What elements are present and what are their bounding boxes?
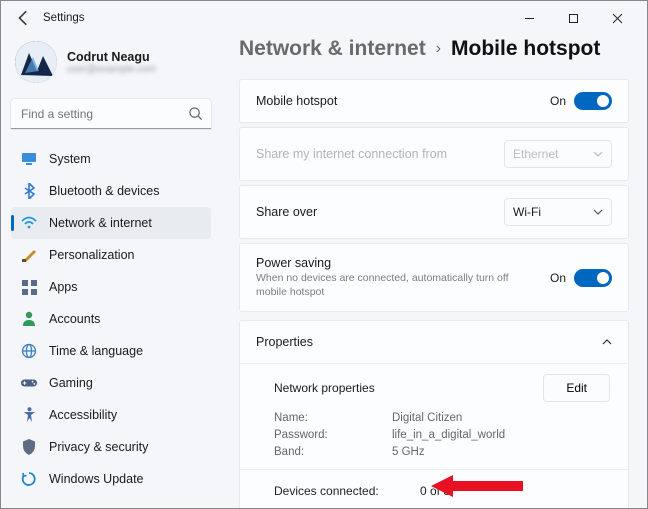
back-button[interactable]	[15, 9, 33, 27]
prop-name-row: Name: Digital Citizen	[274, 412, 610, 424]
share-over-value: Wi-Fi	[513, 205, 541, 219]
sidebar-item-apps[interactable]: Apps	[11, 271, 211, 303]
sidebar-item-label: Network & internet	[49, 216, 152, 230]
breadcrumb: Network & internet › Mobile hotspot	[239, 37, 629, 61]
sidebar-item-label: Windows Update	[49, 472, 144, 486]
network-properties-label: Network properties	[274, 381, 543, 395]
sidebar-item-bluetooth[interactable]: Bluetooth & devices	[11, 175, 211, 207]
prop-name-key: Name:	[274, 412, 392, 424]
title-bar: Settings	[1, 1, 647, 35]
power-saving-row: Power saving When no devices are connect…	[239, 243, 629, 312]
devices-connected-row: Devices connected: 0 of 8	[240, 469, 628, 508]
system-icon	[21, 151, 37, 167]
sidebar-item-label: Apps	[49, 280, 78, 294]
sidebar-item-label: System	[49, 152, 91, 166]
globe-icon	[21, 343, 37, 359]
sidebar-item-label: Time & language	[49, 344, 143, 358]
sidebar-item-globe[interactable]: Time & language	[11, 335, 211, 367]
properties-panel: Properties Network properties Edit Name:…	[239, 320, 629, 508]
nav-list: System Bluetooth & devices Network & inter…	[11, 143, 211, 495]
search-input[interactable]	[11, 99, 211, 129]
sidebar-item-label: Personalization	[49, 248, 134, 262]
apps-icon	[21, 279, 37, 295]
chevron-up-icon	[602, 337, 612, 347]
brush-icon	[21, 247, 37, 263]
hotspot-toggle[interactable]	[574, 92, 612, 110]
share-from-select: Ethernet	[504, 140, 612, 168]
share-over-row: Share over Wi-Fi	[239, 185, 629, 239]
hotspot-label: Mobile hotspot	[256, 94, 550, 108]
share-over-select[interactable]: Wi-Fi	[504, 198, 612, 226]
power-saving-label: Power saving	[256, 256, 550, 270]
shield-icon	[21, 439, 37, 455]
user-name: Codrut Neagu	[67, 50, 156, 64]
sidebar-item-system[interactable]: System	[11, 143, 211, 175]
main-content: Network & internet › Mobile hotspot Mobi…	[219, 35, 647, 508]
hotspot-row: Mobile hotspot On	[239, 79, 629, 123]
share-from-row: Share my internet connection from Ethern…	[239, 127, 629, 181]
chevron-down-icon	[593, 149, 603, 159]
update-icon	[21, 471, 37, 487]
sidebar-item-gaming[interactable]: Gaming	[11, 367, 211, 399]
share-from-label: Share my internet connection from	[256, 147, 504, 161]
prop-band-key: Band:	[274, 446, 392, 458]
properties-title: Properties	[256, 335, 313, 349]
wifi-icon	[21, 215, 37, 231]
prop-band-row: Band: 5 GHz	[274, 446, 610, 458]
devices-connected-value: 0 of 8	[420, 484, 450, 498]
sidebar-item-update[interactable]: Windows Update	[11, 463, 211, 495]
page-title: Mobile hotspot	[451, 37, 600, 61]
power-saving-state: On	[550, 271, 566, 285]
sidebar-item-label: Accounts	[49, 312, 100, 326]
prop-band-value: 5 GHz	[392, 446, 425, 458]
person-icon	[21, 311, 37, 327]
edit-button[interactable]: Edit	[543, 374, 610, 402]
prop-name-value: Digital Citizen	[392, 412, 462, 424]
user-email: user@example.com	[67, 64, 156, 75]
sidebar: Codrut Neagu user@example.com System Blue…	[1, 35, 219, 508]
prop-password-row: Password: life_in_a_digital_world	[274, 429, 610, 441]
bluetooth-icon	[21, 183, 37, 199]
sidebar-item-label: Gaming	[49, 376, 93, 390]
power-saving-toggle[interactable]	[574, 269, 612, 287]
avatar	[15, 41, 57, 83]
accessibility-icon	[21, 407, 37, 423]
close-button[interactable]	[595, 4, 639, 32]
search-icon	[188, 106, 203, 124]
share-over-label: Share over	[256, 205, 504, 219]
window-title: Settings	[43, 12, 85, 24]
sidebar-item-wifi[interactable]: Network & internet	[11, 207, 211, 239]
sidebar-item-label: Privacy & security	[49, 440, 148, 454]
power-saving-sub: When no devices are connected, automatic…	[256, 272, 536, 299]
sidebar-item-shield[interactable]: Privacy & security	[11, 431, 211, 463]
maximize-button[interactable]	[551, 4, 595, 32]
prop-password-value: life_in_a_digital_world	[392, 429, 505, 441]
sidebar-item-label: Accessibility	[49, 408, 117, 422]
devices-connected-key: Devices connected:	[274, 484, 420, 498]
breadcrumb-parent[interactable]: Network & internet	[239, 37, 426, 61]
hotspot-state: On	[550, 94, 566, 108]
sidebar-item-label: Bluetooth & devices	[49, 184, 160, 198]
sidebar-item-brush[interactable]: Personalization	[11, 239, 211, 271]
search-box[interactable]	[11, 99, 211, 129]
share-from-value: Ethernet	[513, 147, 558, 161]
sidebar-item-person[interactable]: Accounts	[11, 303, 211, 335]
user-profile[interactable]: Codrut Neagu user@example.com	[11, 35, 211, 99]
minimize-button[interactable]	[507, 4, 551, 32]
properties-header[interactable]: Properties	[240, 321, 628, 363]
chevron-down-icon	[593, 207, 603, 217]
sidebar-item-accessibility[interactable]: Accessibility	[11, 399, 211, 431]
chevron-right-icon: ›	[436, 40, 441, 58]
gaming-icon	[21, 375, 37, 391]
prop-password-key: Password:	[274, 429, 392, 441]
